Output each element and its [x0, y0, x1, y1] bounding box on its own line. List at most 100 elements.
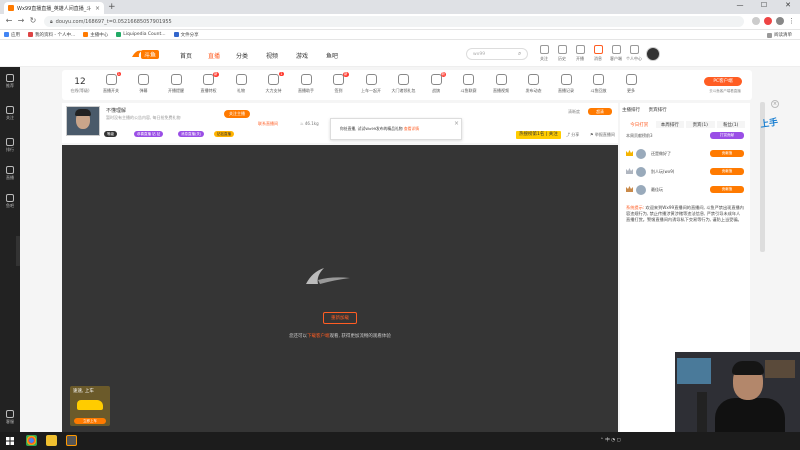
url-text: douyu.com/168697_t=0.05216685057901955	[55, 18, 172, 25]
reload-video-button[interactable]: 重新加载	[323, 312, 357, 324]
toolbar-tool[interactable]: 大门诸领礼包	[389, 74, 419, 94]
nav-game[interactable]: 游戏	[296, 51, 308, 60]
header-messages[interactable]: 消息	[590, 45, 606, 62]
rank-row[interactable]: 还是做好了 贡献值	[624, 147, 746, 161]
toolbar-tool[interactable]: 大力支持 1	[259, 72, 289, 94]
bookmark-item[interactable]: 我的资料 - 个人中...	[28, 32, 75, 38]
header-client[interactable]: 客户端	[608, 45, 624, 62]
bookmark-item[interactable]: 主播中心	[83, 32, 108, 38]
tool-label: 大门诸领礼包	[391, 88, 416, 93]
rank-row[interactable]: 最佳玩 贡献值	[624, 183, 746, 197]
toolbar-tool[interactable]: 弹幕	[129, 74, 159, 94]
tab-streamer-rank[interactable]: 主播排行	[622, 108, 640, 113]
toolbar-tool[interactable]: 直播视频	[486, 74, 516, 94]
toolbar-tool[interactable]: 礼物	[226, 74, 256, 94]
sticker-banner[interactable]: 上手	[759, 115, 779, 130]
tab-vip[interactable]: 贵宾(1)	[685, 120, 716, 129]
bookmark-reading-list[interactable]: 阅读清单	[767, 32, 792, 38]
maximize-button[interactable]: ☐	[756, 1, 772, 9]
bookmark-apps[interactable]: 应用	[4, 32, 20, 38]
toolbar-tool[interactable]: 上车一起开	[356, 74, 386, 94]
toolbar-tool[interactable]: 斗鱼联赛	[454, 74, 484, 94]
level-tag[interactable]: 等级	[104, 131, 117, 137]
extension-icon[interactable]	[764, 17, 772, 25]
header-follow[interactable]: 关注	[536, 45, 552, 62]
close-window-button[interactable]: ✕	[780, 1, 796, 9]
tab-fans[interactable]: 粉丝(1)	[715, 120, 746, 129]
promo-button[interactable]: 立即上车	[74, 418, 106, 424]
rank-label: 本周贡献榜前3	[626, 133, 653, 138]
quality-button[interactable]: 超清	[588, 108, 612, 115]
report-button[interactable]: ⚑ 举报直播间	[590, 132, 615, 138]
streamer-name[interactable]: 不懂理解	[106, 107, 126, 114]
toolbar-tool[interactable]: 更多	[616, 74, 646, 94]
tag-chip[interactable]: 钻钻直播	[214, 131, 234, 137]
sidebar-item-live[interactable]: 直播	[0, 166, 20, 181]
tab-vip-rank[interactable]: 贵宾排行	[649, 108, 667, 113]
bookmark-item[interactable]: Liquipedia Count...	[116, 32, 166, 37]
hot-list-badge[interactable]: 热搜榜第1名 | 关注	[516, 131, 561, 139]
tag-chip[interactable]: 消息直播(关)	[178, 131, 205, 137]
chrome-app-icon[interactable]	[26, 435, 37, 446]
url-field[interactable]: 🔒︎ douyu.com/168697_t=0.0521668505790195…	[44, 16, 744, 27]
browser-tab[interactable]: Wx99直播直播_英雄人间直播_斗 ×	[4, 2, 104, 14]
douyu-logo[interactable]: 斗鱼	[130, 47, 160, 61]
tool-label: 直播助手	[298, 88, 314, 93]
header-profile[interactable]: 个人中心	[626, 45, 642, 62]
sidebar-item-recommend[interactable]: 推荐	[0, 74, 20, 89]
close-icon[interactable]: ×	[454, 120, 459, 127]
toolbar-tool[interactable]: 签到 新	[324, 72, 354, 94]
toolbar-tool[interactable]: 直播特权 新	[194, 72, 224, 94]
rank-row[interactable]: 别人玩(wx9) 贡献值	[624, 165, 746, 179]
nav-yuba[interactable]: 鱼吧	[326, 51, 338, 60]
room-link[interactable]: 联系直播间	[258, 121, 278, 127]
share-button[interactable]: ⤴ 分享	[566, 132, 579, 138]
toolbar-tool[interactable]: 发布动态	[519, 74, 549, 94]
streamer-avatar[interactable]	[66, 106, 100, 136]
sidebar-item-yuba[interactable]: 鱼吧	[0, 194, 20, 209]
video-player[interactable]	[62, 145, 618, 432]
rank-button[interactable]: 打赏贡献	[710, 132, 744, 139]
tag-chip[interactable]: 恭喜直播 钻 钻	[134, 131, 164, 137]
close-icon[interactable]: ×	[771, 100, 779, 108]
toolbar-tool[interactable]: 战旗 新	[421, 72, 451, 94]
tab-close-button[interactable]: ×	[95, 5, 100, 12]
extension-icon[interactable]	[752, 17, 760, 25]
nav-video[interactable]: 视频	[266, 51, 278, 60]
toolbar-tool[interactable]: 开播提醒	[161, 74, 191, 94]
minimize-button[interactable]: —	[732, 1, 748, 9]
tool-label: 斗鱼联赛	[460, 88, 477, 93]
back-icon[interactable]: ←	[4, 16, 14, 25]
sidebar-item-rank[interactable]: 排行	[0, 138, 20, 153]
new-tab-button[interactable]: +	[108, 2, 116, 12]
toolbar-tool[interactable]: 直播开关 1	[96, 72, 126, 94]
bookmark-item[interactable]: 文件分享	[173, 32, 199, 38]
nav-live[interactable]: 直播	[208, 51, 220, 60]
toolbar-tool[interactable]: 直播记录	[551, 74, 581, 94]
tab-week[interactable]: 本周排行	[654, 120, 685, 129]
tool-label: 直播记录	[558, 88, 574, 93]
menu-icon[interactable]: ⋮	[788, 17, 796, 25]
forward-icon[interactable]: →	[16, 16, 26, 25]
reload-icon[interactable]: ↻	[28, 16, 38, 25]
notice-link[interactable]: 查看详情	[404, 126, 419, 131]
system-notice: 系统提示: 欢迎来到Wx99直播间的直播间, 斗鱼严禁出现直播内容违规行为, 禁…	[626, 205, 744, 223]
sidebar-item-follow[interactable]: 关注	[0, 106, 20, 121]
header-history[interactable]: 历史	[554, 45, 570, 62]
follow-button[interactable]: 关注主播	[224, 110, 250, 118]
pc-client-button[interactable]: PC客户端	[704, 77, 742, 86]
profile-icon[interactable]	[776, 17, 784, 25]
nav-category[interactable]: 分类	[236, 51, 248, 60]
nav-home[interactable]: 首页	[180, 51, 192, 60]
user-avatar[interactable]	[646, 47, 660, 61]
toolbar-tool[interactable]: 直播助手	[291, 74, 321, 94]
app-icon[interactable]	[66, 435, 77, 446]
header-broadcast[interactable]: 开播	[572, 45, 588, 62]
sidebar-item-service[interactable]: 客服	[0, 410, 20, 425]
tab-today[interactable]: 今日打赏	[624, 120, 655, 129]
folder-app-icon[interactable]	[46, 435, 57, 446]
windows-start-icon[interactable]	[6, 437, 14, 445]
search-icon[interactable]: ⌕	[518, 50, 521, 58]
toolbar-tool[interactable]: 斗鱼回放	[584, 74, 614, 94]
download-client-link[interactable]: 下载客户端	[307, 334, 330, 339]
